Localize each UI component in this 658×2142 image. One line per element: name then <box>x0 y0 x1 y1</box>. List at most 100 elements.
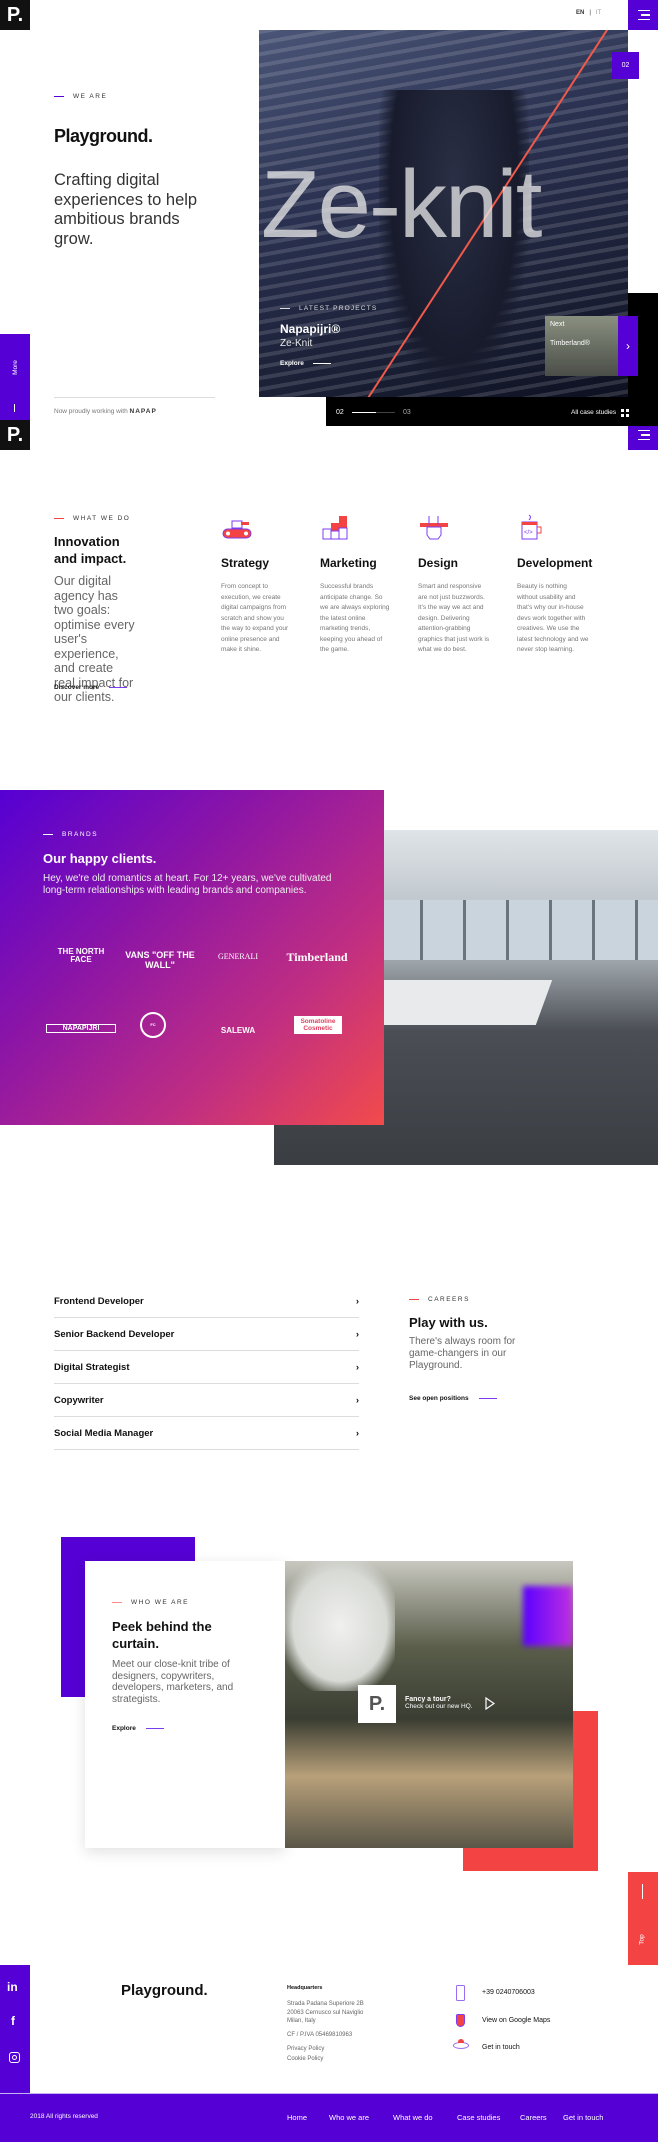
cookie-policy-link[interactable]: Cookie Policy <box>287 2056 323 2062</box>
top-line <box>642 1884 643 1899</box>
get-in-touch-link[interactable]: Get in touch <box>482 2044 520 2051</box>
footer-nav-who-we-are[interactable]: Who we are <box>329 2113 369 2122</box>
divider: | <box>589 10 591 16</box>
menu-button[interactable] <box>628 0 658 30</box>
copyright: 2018 All rights reserved <box>30 2113 98 2120</box>
code-mug-icon: </> <box>521 514 542 540</box>
chevron-right-icon: › <box>355 1295 359 1307</box>
what-we-do-title: Innovation and impact. <box>54 534 127 566</box>
careers-eyebrow: Careers <box>409 1296 470 1303</box>
all-case-studies-link[interactable]: All case studies <box>571 409 629 417</box>
privacy-policy-link[interactable]: Privacy Policy <box>287 2046 324 2052</box>
job-item[interactable]: Frontend Developer › <box>54 1285 359 1318</box>
svg-text:</>: </> <box>524 530 533 536</box>
explore-link[interactable]: Explore <box>280 360 331 367</box>
top-label: Top <box>638 1934 646 1945</box>
who-eyebrow: Who we are <box>112 1599 189 1606</box>
brand-logo-inter: FC INTERNAZIONALE <box>140 1012 166 1038</box>
discover-more-link[interactable]: Discover more <box>54 684 128 691</box>
brand-logo-salewa: SALEWA <box>220 1026 256 1035</box>
footer-nav-careers[interactable]: Careers <box>520 2113 547 2122</box>
project-client: Napapijri® <box>280 322 341 336</box>
phone-link[interactable]: +39 0240706003 <box>482 1989 535 1996</box>
service-strategy: Strategy From concept to execution, we c… <box>221 513 293 656</box>
slide-tag: 02 <box>612 52 639 79</box>
careers-text: There's always room for game-changers in… <box>409 1336 516 1371</box>
lang-it[interactable]: IT <box>596 10 601 16</box>
see-open-positions-link[interactable]: See open positions <box>409 1395 497 1402</box>
more-button[interactable]: More <box>0 334 30 420</box>
job-item[interactable]: Digital Strategist › <box>54 1351 359 1384</box>
back-to-top-button[interactable]: Top <box>628 1872 658 1965</box>
instagram-icon[interactable] <box>9 2052 20 2063</box>
who-card: Who we are Peek behind the curtain. Meet… <box>85 1561 285 1848</box>
linkedin-icon[interactable]: in <box>7 1980 18 1994</box>
map-pin-icon <box>456 2014 465 2027</box>
sticky-logo[interactable]: P. <box>0 420 30 450</box>
hq-title: Headquarters <box>287 1985 323 1991</box>
service-development: </> Development Beauty is nothing withou… <box>517 513 592 656</box>
chevron-right-icon: › <box>626 339 630 353</box>
blocks-icon <box>322 516 348 540</box>
next-project-thumbnail[interactable]: Next Timberland® <box>545 316 618 376</box>
brand-logo-north-face: THE NORTH FACE <box>57 947 105 964</box>
service-title: Strategy <box>221 556 270 570</box>
chevron-right-icon: › <box>355 1394 359 1406</box>
footer-nav-get-in-touch[interactable]: Get in touch <box>563 2113 603 2122</box>
vat-number: CF / P.IVA 05469810963 <box>287 2032 353 2038</box>
hand-pencil-icon <box>420 516 448 540</box>
who-title: Peek behind the curtain. <box>112 1619 212 1651</box>
job-item[interactable]: Social Media Manager › <box>54 1417 359 1450</box>
tour-logo: P. <box>358 1685 396 1723</box>
brand-logo-napapijri: NAPAPIJRI <box>46 1024 116 1033</box>
brands-eyebrow: Brands <box>43 831 98 838</box>
brand-title: Playground. <box>54 126 153 146</box>
brand-logo-timberland: Timberland <box>286 950 348 964</box>
service-text: From concept to execution, we create dig… <box>221 583 289 653</box>
footer-nav-case-studies[interactable]: Case studies <box>457 2113 500 2122</box>
next-client: Timberland® <box>550 340 590 347</box>
service-marketing: Marketing Successful brands anticipate c… <box>320 513 392 656</box>
working-with: Now proudly working with NAPAP <box>54 408 157 415</box>
next-arrow-button[interactable]: › <box>618 316 638 376</box>
facebook-icon[interactable]: f <box>11 2014 15 2028</box>
play-icon[interactable] <box>485 1697 495 1710</box>
more-label: More <box>11 360 19 375</box>
language-switch: EN | IT <box>576 10 601 16</box>
ufo-icon <box>453 2039 469 2049</box>
footer-nav-home[interactable]: Home <box>287 2113 307 2122</box>
brand-logo-vans: VANS "OFF THE WALL" <box>125 950 195 970</box>
service-design: Design Smart and responsive are not just… <box>418 513 490 656</box>
current-slide: 02 <box>336 409 344 416</box>
latest-projects-eyebrow: Latest projects <box>280 305 377 312</box>
job-item[interactable]: Copywriter › <box>54 1384 359 1417</box>
hq-address: Strada Padana Superiore 2B 20063 Cernusco… <box>287 2001 364 2024</box>
tagline: Crafting digital experiences to help amb… <box>54 171 198 248</box>
who-explore-link[interactable]: Explore <box>112 1725 164 1732</box>
service-text: Successful brands anticipate change. So … <box>320 583 390 653</box>
footer-nav-what-we-do[interactable]: What we do <box>393 2113 433 2122</box>
brand-logo-somatoline: Somatoline Cosmetic <box>294 1016 342 1034</box>
chevron-right-icon: › <box>355 1427 359 1439</box>
job-item[interactable]: Senior Backend Developer › <box>54 1318 359 1351</box>
office-video[interactable]: P. Fancy a tour? Check out our new HQ. <box>285 1561 573 1848</box>
careers-title: Play with us. <box>409 1315 488 1330</box>
google-maps-link[interactable]: View on Google Maps <box>482 2017 550 2024</box>
chevron-right-icon: › <box>355 1361 359 1373</box>
brand-logo-generali: GENERALI <box>218 952 258 961</box>
service-text: Smart and responsive are not just buzzwo… <box>418 583 490 653</box>
project-name: Ze-Knit <box>280 338 313 349</box>
conveyor-icon <box>222 520 252 539</box>
next-label: Next <box>550 321 565 328</box>
brands-text: Hey, we're old romantics at heart. For 1… <box>43 873 332 896</box>
lang-en[interactable]: EN <box>576 10 584 16</box>
tour-text: Fancy a tour? Check out our new HQ. <box>405 1696 473 1710</box>
logo[interactable]: P. <box>0 0 30 30</box>
service-title: Design <box>418 556 459 570</box>
brands-panel: Brands Our happy clients. Hey, we're old… <box>0 790 384 1125</box>
slide-progress[interactable] <box>352 412 395 413</box>
what-we-do-eyebrow: What we do <box>54 515 130 522</box>
grid-icon <box>621 409 629 417</box>
service-title: Marketing <box>320 556 377 570</box>
divider <box>54 397 215 398</box>
